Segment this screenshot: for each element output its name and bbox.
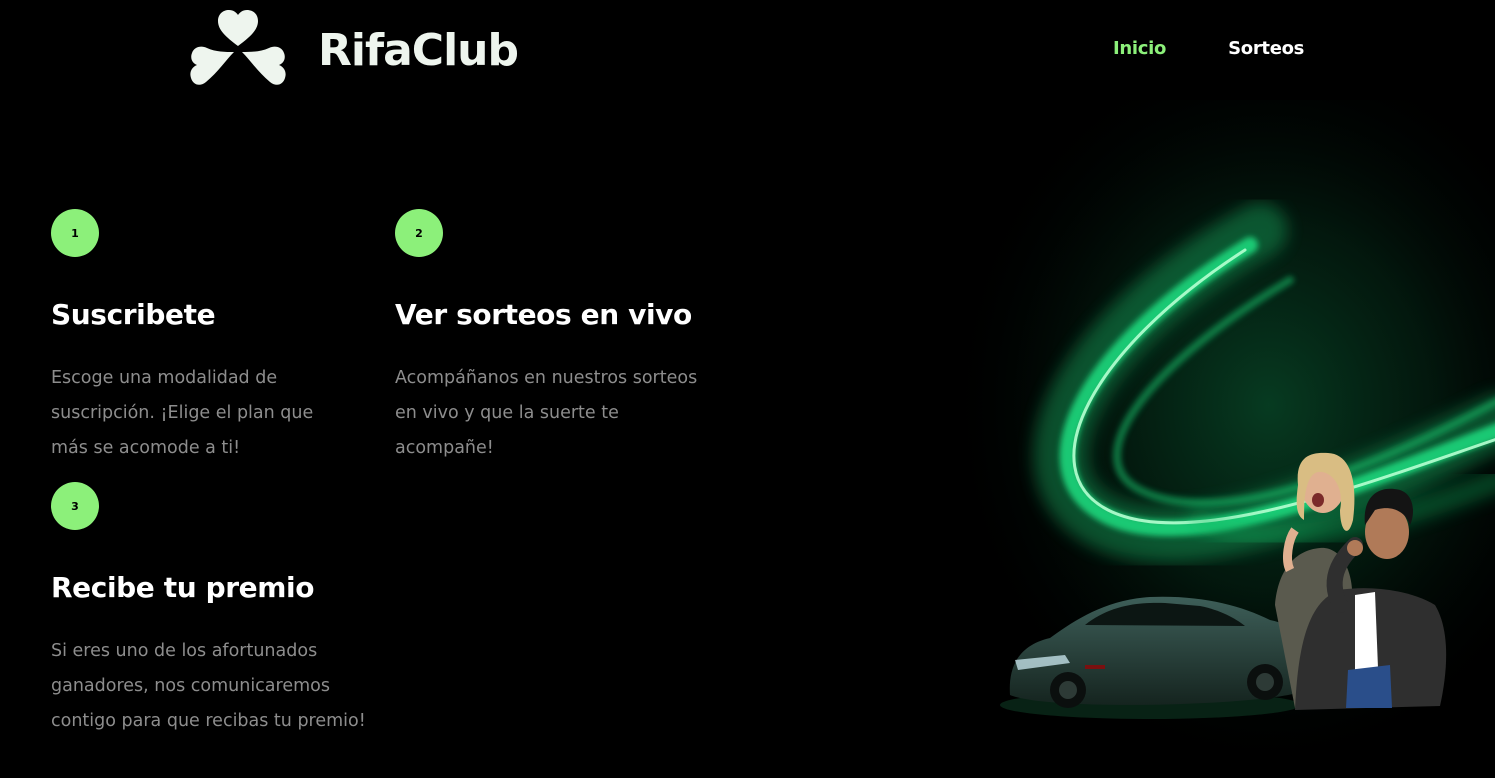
step-description: Escoge una modalidad de suscripción. ¡El… (51, 368, 314, 458)
step-description: Acompáñanos en nuestros sorteos en vivo … (395, 368, 698, 458)
clover-hearts-icon (190, 10, 286, 88)
step-number-badge: 3 (51, 482, 99, 530)
step-description: Si eres uno de los afortunados ganadores… (51, 641, 366, 731)
step-number-badge: 2 (395, 209, 443, 257)
step-title: Suscribete (51, 298, 216, 331)
main-nav: Inicio Sorteos (1113, 38, 1304, 59)
step-3: 3 Recibe tu premio Si eres uno de los af… (51, 482, 391, 739)
step-1: 1 Suscribete Escoge una modalidad de sus… (51, 209, 351, 466)
brand-logo[interactable]: RifaClub (190, 10, 519, 88)
step-title: Recibe tu premio (51, 571, 315, 604)
brand-name: RifaClub (318, 25, 519, 76)
promo-car-winners-image (900, 100, 1495, 778)
step-number-badge: 1 (51, 209, 99, 257)
step-title: Ver sorteos en vivo (395, 298, 692, 331)
step-2: 2 Ver sorteos en vivo Acompáñanos en nue… (395, 209, 725, 466)
page: RifaClub Inicio Sorteos 1 Suscribete Esc… (0, 0, 1495, 778)
nav-link-inicio[interactable]: Inicio (1113, 38, 1166, 59)
nav-link-sorteos[interactable]: Sorteos (1228, 38, 1304, 59)
